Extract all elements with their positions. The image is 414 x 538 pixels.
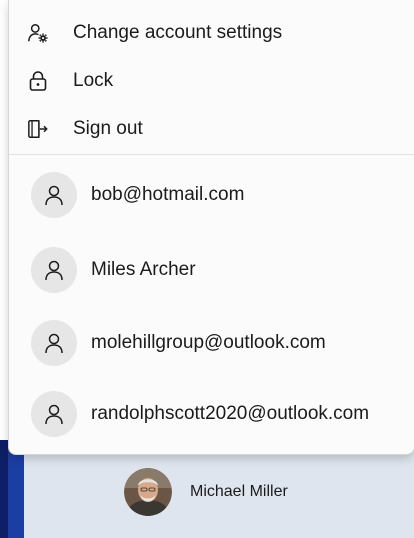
account-item-randolphscott[interactable]: randolphscott2020@outlook.com <box>9 379 414 449</box>
change-account-settings-item[interactable]: Change account settings <box>9 10 414 56</box>
account-item-miles-archer[interactable]: Miles Archer <box>9 235 414 305</box>
account-item-molehillgroup[interactable]: molehillgroup@outlook.com <box>9 308 414 378</box>
person-icon <box>31 320 77 366</box>
sign-out-item[interactable]: Sign out <box>9 106 414 152</box>
change-account-settings-label: Change account settings <box>73 22 283 43</box>
account-label: bob@hotmail.com <box>91 184 245 205</box>
account-label: molehillgroup@outlook.com <box>91 332 326 353</box>
account-flyout-menu: Change account settings Lock Sign out bo… <box>8 0 414 455</box>
person-icon <box>31 247 77 293</box>
account-label: randolphscott2020@outlook.com <box>91 403 370 424</box>
person-icon <box>31 172 77 218</box>
lock-label: Lock <box>73 70 114 91</box>
sign-out-icon <box>27 118 49 140</box>
sign-out-label: Sign out <box>73 118 143 139</box>
menu-divider <box>9 154 414 155</box>
account-label: Miles Archer <box>91 259 196 280</box>
account-settings-icon <box>27 22 49 44</box>
current-user-name: Michael Miller <box>190 483 288 500</box>
current-user-button[interactable]: Michael Miller <box>124 467 288 517</box>
user-photo-avatar <box>124 468 172 516</box>
lock-icon <box>27 70 49 92</box>
lock-item[interactable]: Lock <box>9 58 414 104</box>
person-icon <box>31 391 77 437</box>
account-item-bob[interactable]: bob@hotmail.com <box>9 160 414 230</box>
desktop-wallpaper-edge <box>0 440 8 538</box>
